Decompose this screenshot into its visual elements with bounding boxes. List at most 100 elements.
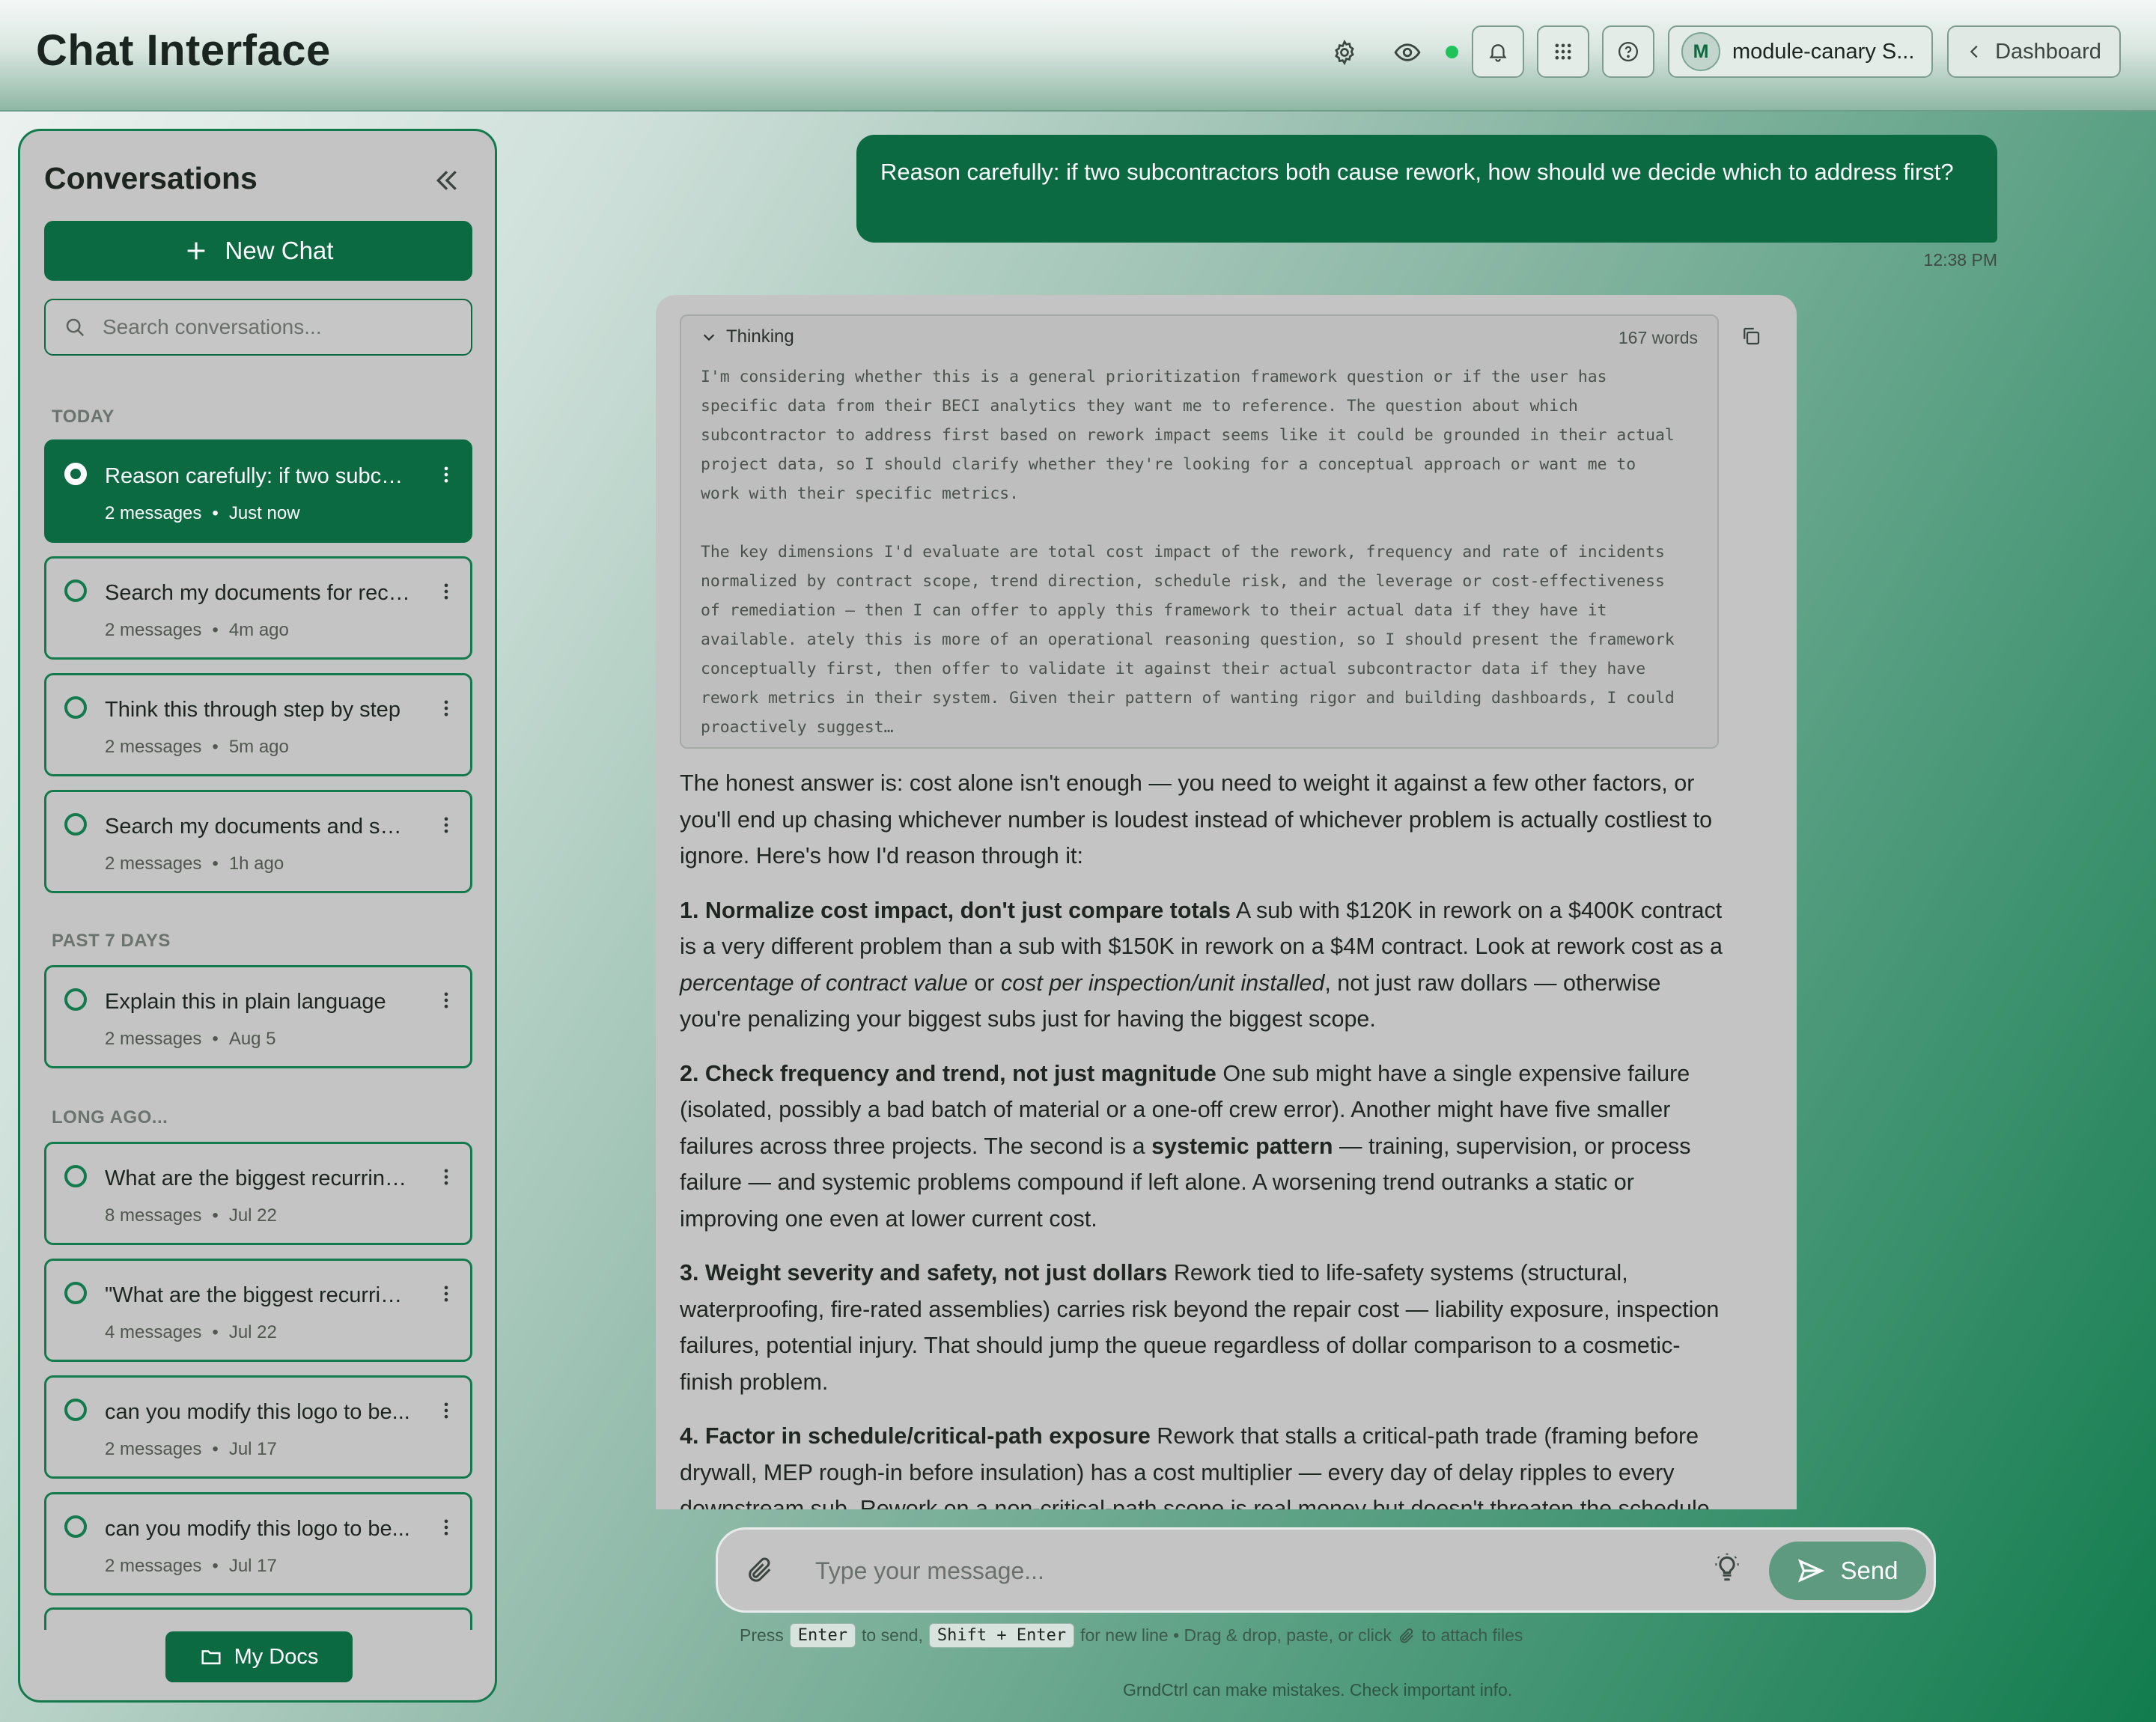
radio-icon <box>64 1399 87 1421</box>
top-bar: Chat Interface M module-canary S... Dash… <box>0 0 2156 112</box>
more-options-icon[interactable] <box>436 1165 457 1193</box>
more-options-icon[interactable] <box>436 579 457 607</box>
conversation-title: "What are the biggest recurring issues <box>105 1283 412 1307</box>
paperclip-icon[interactable] <box>745 1555 775 1589</box>
user-message-bubble: Reason carefully: if two subcontractors … <box>856 135 1997 243</box>
help-button[interactable] <box>1602 25 1654 78</box>
message-count: 4 messages <box>105 1322 202 1342</box>
answer-point: 2. Check frequency and trend, not just m… <box>680 1056 1728 1238</box>
workspace-selector[interactable]: M module-canary S... <box>1668 25 1933 78</box>
conversation-title: can you modify this logo to be... <box>105 1517 410 1541</box>
radio-icon <box>64 1282 87 1304</box>
conversation-item[interactable]: Search my documents and summarize 2 mess… <box>44 790 472 893</box>
radio-icon <box>64 696 87 719</box>
answer-point: 4. Factor in schedule/critical-path expo… <box>680 1418 1728 1509</box>
conversation-meta: 2 messages • Just now <box>105 503 300 524</box>
separator-dot: • <box>212 854 219 874</box>
paperclip-small-icon <box>1399 1628 1413 1643</box>
answer-intro: The honest answer is: cost alone isn't e… <box>680 770 1713 868</box>
separator-dot: • <box>212 1205 219 1226</box>
search-box[interactable]: Search conversations... <box>44 299 472 356</box>
collapse-sidebar-icon[interactable] <box>432 165 462 199</box>
search-input[interactable]: Search conversations... <box>103 315 322 339</box>
conversation-title: Think this through step by step <box>105 698 401 722</box>
copy-icon[interactable] <box>1740 325 1762 351</box>
message-count: 2 messages <box>105 1029 202 1049</box>
plus-icon <box>187 242 204 260</box>
group-label-today: TODAY <box>52 407 115 427</box>
conversation-item[interactable]: Think this through step by step 2 messag… <box>44 673 472 776</box>
message-count: 2 messages <box>105 503 202 523</box>
search-icon <box>66 318 85 337</box>
conversation-meta: 2 messages • 5m ago <box>105 737 289 758</box>
conversation-item[interactable]: Search my documents for recent rework re… <box>44 556 472 660</box>
new-chat-label: New Chat <box>225 237 334 264</box>
thinking-panel: Thinking 167 words I'm considering wheth… <box>680 314 1719 749</box>
radio-icon <box>64 813 87 836</box>
conversation-item[interactable]: What are the biggest recurring issues 8 … <box>44 1142 472 1245</box>
point-text: or <box>967 970 1001 996</box>
notifications-button[interactable] <box>1472 25 1524 78</box>
new-chat-button[interactable]: New Chat <box>44 221 472 281</box>
radio-icon <box>64 988 87 1011</box>
more-options-icon[interactable] <box>436 1282 457 1309</box>
point-heading: 3. Weight severity and safety, not just … <box>680 1260 1168 1286</box>
assistant-answer: The honest answer is: cost alone isn't e… <box>680 765 1728 1509</box>
radio-icon <box>64 1515 87 1538</box>
avatar: M <box>1681 32 1720 71</box>
answer-point: 1. Normalize cost impact, don't just com… <box>680 892 1728 1038</box>
hint-text: to send, <box>862 1625 923 1645</box>
point-heading: 2. Check frequency and trend, not just m… <box>680 1060 1216 1086</box>
conversation-item-partial[interactable] <box>44 1607 472 1630</box>
conversation-item[interactable]: Reason carefully: if two subcontractors … <box>44 439 472 543</box>
point-emphasis: systemic pattern <box>1151 1133 1333 1159</box>
send-label: Send <box>1840 1557 1898 1584</box>
conversation-meta: 2 messages • Jul 17 <box>105 1556 277 1577</box>
lightbulb-icon[interactable] <box>1711 1552 1744 1589</box>
conversation-time: 4m ago <box>228 620 289 640</box>
my-docs-button[interactable]: My Docs <box>165 1631 353 1682</box>
more-options-icon[interactable] <box>436 988 457 1016</box>
message-count: 2 messages <box>105 1439 202 1459</box>
message-input[interactable] <box>814 1552 1640 1589</box>
selected-radio-icon <box>64 463 87 485</box>
chevron-down-icon <box>703 334 715 341</box>
send-icon <box>1798 1559 1825 1583</box>
message-count: 2 messages <box>105 1556 202 1576</box>
disclaimer-text: GrndCtrl can make mistakes. Check import… <box>1123 1680 1513 1700</box>
separator-dot: • <box>212 503 219 523</box>
more-options-icon[interactable] <box>436 813 457 841</box>
conversation-title: Reason carefully: if two subcontractors … <box>105 464 412 488</box>
conversation-title: Explain this in plain language <box>105 990 386 1014</box>
dashboard-label: Dashboard <box>1995 39 2101 64</box>
conversation-item[interactable]: can you modify this logo to be... 2 mess… <box>44 1375 472 1479</box>
more-options-icon[interactable] <box>436 1399 457 1426</box>
eye-icon[interactable] <box>1392 37 1422 67</box>
chevron-left-icon <box>1970 45 1978 58</box>
more-options-icon[interactable] <box>436 696 457 724</box>
dashboard-button[interactable]: Dashboard <box>1947 25 2121 78</box>
thinking-toggle[interactable]: Thinking <box>701 326 794 347</box>
separator-dot: • <box>212 620 219 640</box>
hint-text: for new line • Drag & drop, paste, or cl… <box>1080 1625 1392 1645</box>
separator-dot: • <box>212 737 219 757</box>
assistant-message: Thinking 167 words I'm considering wheth… <box>656 295 1797 1509</box>
message-count: 2 messages <box>105 854 202 874</box>
more-options-icon[interactable] <box>436 463 457 490</box>
enter-key-badge: Enter <box>789 1623 856 1648</box>
separator-dot: • <box>212 1029 219 1049</box>
apps-grid-button[interactable] <box>1537 25 1589 78</box>
conversation-item[interactable]: can you modify this logo to be... 2 mess… <box>44 1492 472 1595</box>
conversation-time: Jul 22 <box>228 1322 277 1342</box>
conversation-meta: 2 messages • 1h ago <box>105 854 284 874</box>
more-options-icon[interactable] <box>436 1515 457 1543</box>
conversation-item[interactable]: "What are the biggest recurring issues 4… <box>44 1259 472 1362</box>
message-count: 8 messages <box>105 1205 202 1226</box>
sidebar-title: Conversations <box>44 161 258 195</box>
conversation-item[interactable]: Explain this in plain language 2 message… <box>44 965 472 1068</box>
send-button[interactable]: Send <box>1769 1542 1926 1600</box>
settings-gear-icon[interactable] <box>1330 37 1359 67</box>
conversation-meta: 2 messages • Jul 17 <box>105 1439 277 1460</box>
group-label-long-ago: LONG AGO... <box>52 1107 168 1128</box>
message-composer: Send <box>716 1527 1936 1613</box>
